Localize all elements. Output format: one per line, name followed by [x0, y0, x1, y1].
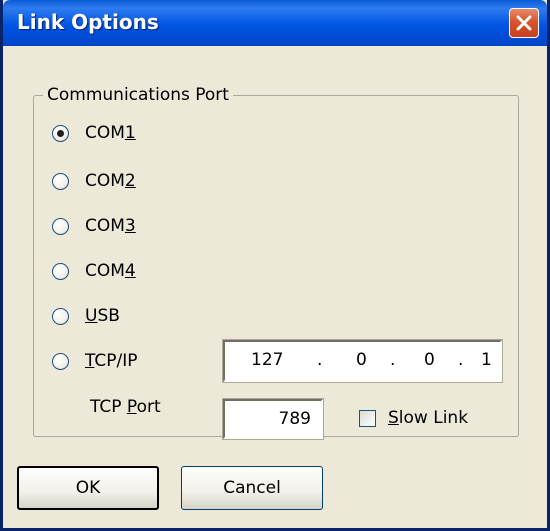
radio-label: COM2 [85, 171, 136, 191]
tcp-port-input[interactable]: 789 [223, 399, 323, 439]
close-button[interactable] [509, 8, 539, 38]
radio-label: USB [85, 306, 120, 326]
close-icon [516, 15, 532, 31]
ip-address-field[interactable]: 127 . 0 . 0 . 1 [223, 340, 502, 382]
radio-tcpip[interactable]: TCP/IP [51, 347, 138, 375]
radio-button[interactable] [52, 172, 69, 190]
radio-label: COM4 [85, 261, 136, 281]
radio-label: COM3 [85, 216, 136, 236]
radio-button[interactable] [52, 217, 69, 235]
radio-button[interactable] [52, 352, 69, 370]
radio-selected-dot [57, 129, 64, 137]
radio-com1[interactable]: COM1 [51, 119, 136, 147]
ip-separator: . [390, 350, 396, 370]
slow-link-checkbox-row[interactable]: Slow Link [359, 408, 468, 428]
radio-com4[interactable]: COM4 [51, 257, 136, 285]
tcp-port-label: TCP Port [90, 397, 161, 417]
cancel-button[interactable]: Cancel [181, 466, 323, 510]
ok-button[interactable]: OK [17, 466, 159, 510]
ip-separator: . [458, 350, 464, 370]
ip-octet-1[interactable]: 127 [251, 350, 283, 370]
dialog-title: Link Options [17, 10, 159, 34]
radio-usb[interactable]: USB [51, 302, 120, 330]
title-bar[interactable]: Link Options [3, 0, 547, 46]
link-options-dialog: Link Options Communications Port COM1 CO… [0, 0, 550, 531]
radio-com2[interactable]: COM2 [51, 167, 136, 195]
radio-com3[interactable]: COM3 [51, 212, 136, 240]
radio-button[interactable] [52, 307, 69, 325]
ip-octet-3[interactable]: 0 [424, 350, 435, 370]
ip-octet-2[interactable]: 0 [356, 350, 367, 370]
slow-link-label: Slow Link [388, 408, 469, 428]
slow-link-checkbox[interactable] [359, 409, 376, 427]
group-label: Communications Port [43, 85, 233, 105]
radio-label: COM1 [85, 123, 136, 143]
ip-octet-4[interactable]: 1 [481, 350, 492, 370]
radio-label: TCP/IP [85, 351, 138, 371]
radio-button[interactable] [52, 262, 69, 280]
ip-separator: . [317, 350, 323, 370]
radio-button[interactable] [52, 124, 69, 142]
